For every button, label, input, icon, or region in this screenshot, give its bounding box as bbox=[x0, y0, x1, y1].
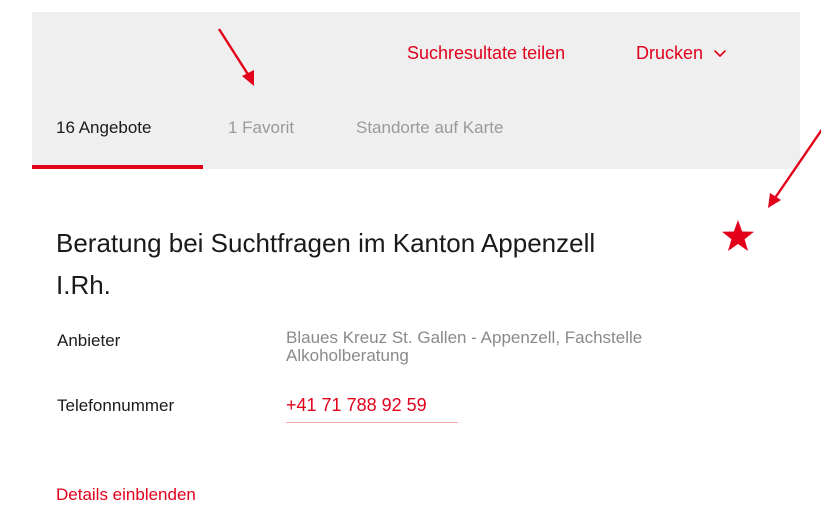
phone-link[interactable]: +41 71 788 92 59 bbox=[286, 395, 458, 423]
tab-map-locations[interactable]: Standorte auf Karte bbox=[356, 118, 503, 138]
chevron-down-icon bbox=[714, 49, 726, 57]
result-tabs: 16 Angebote 1 Favorit Standorte auf Kart… bbox=[32, 118, 800, 169]
print-label: Drucken bbox=[636, 43, 704, 63]
tab-favorites[interactable]: 1 Favorit bbox=[228, 118, 294, 138]
active-tab-indicator bbox=[32, 165, 203, 169]
show-details-link[interactable]: Details einblenden bbox=[56, 485, 196, 505]
print-dropdown[interactable]: Drucken bbox=[636, 43, 727, 64]
tab-offers[interactable]: 16 Angebote bbox=[56, 118, 151, 138]
share-results-link[interactable]: Suchresultate teilen bbox=[407, 43, 565, 64]
phone-label: Telefonnummer bbox=[57, 396, 175, 415]
provider-value: Blaues Kreuz St. Gallen - Appenzell, Fac… bbox=[286, 328, 643, 365]
star-icon[interactable] bbox=[720, 218, 756, 254]
page: Suchresultate teilen Drucken 16 Angebote… bbox=[0, 0, 821, 508]
provider-label: Anbieter bbox=[57, 331, 121, 350]
result-title: Beratung bei Suchtfragen im Kanton Appen… bbox=[56, 228, 596, 300]
